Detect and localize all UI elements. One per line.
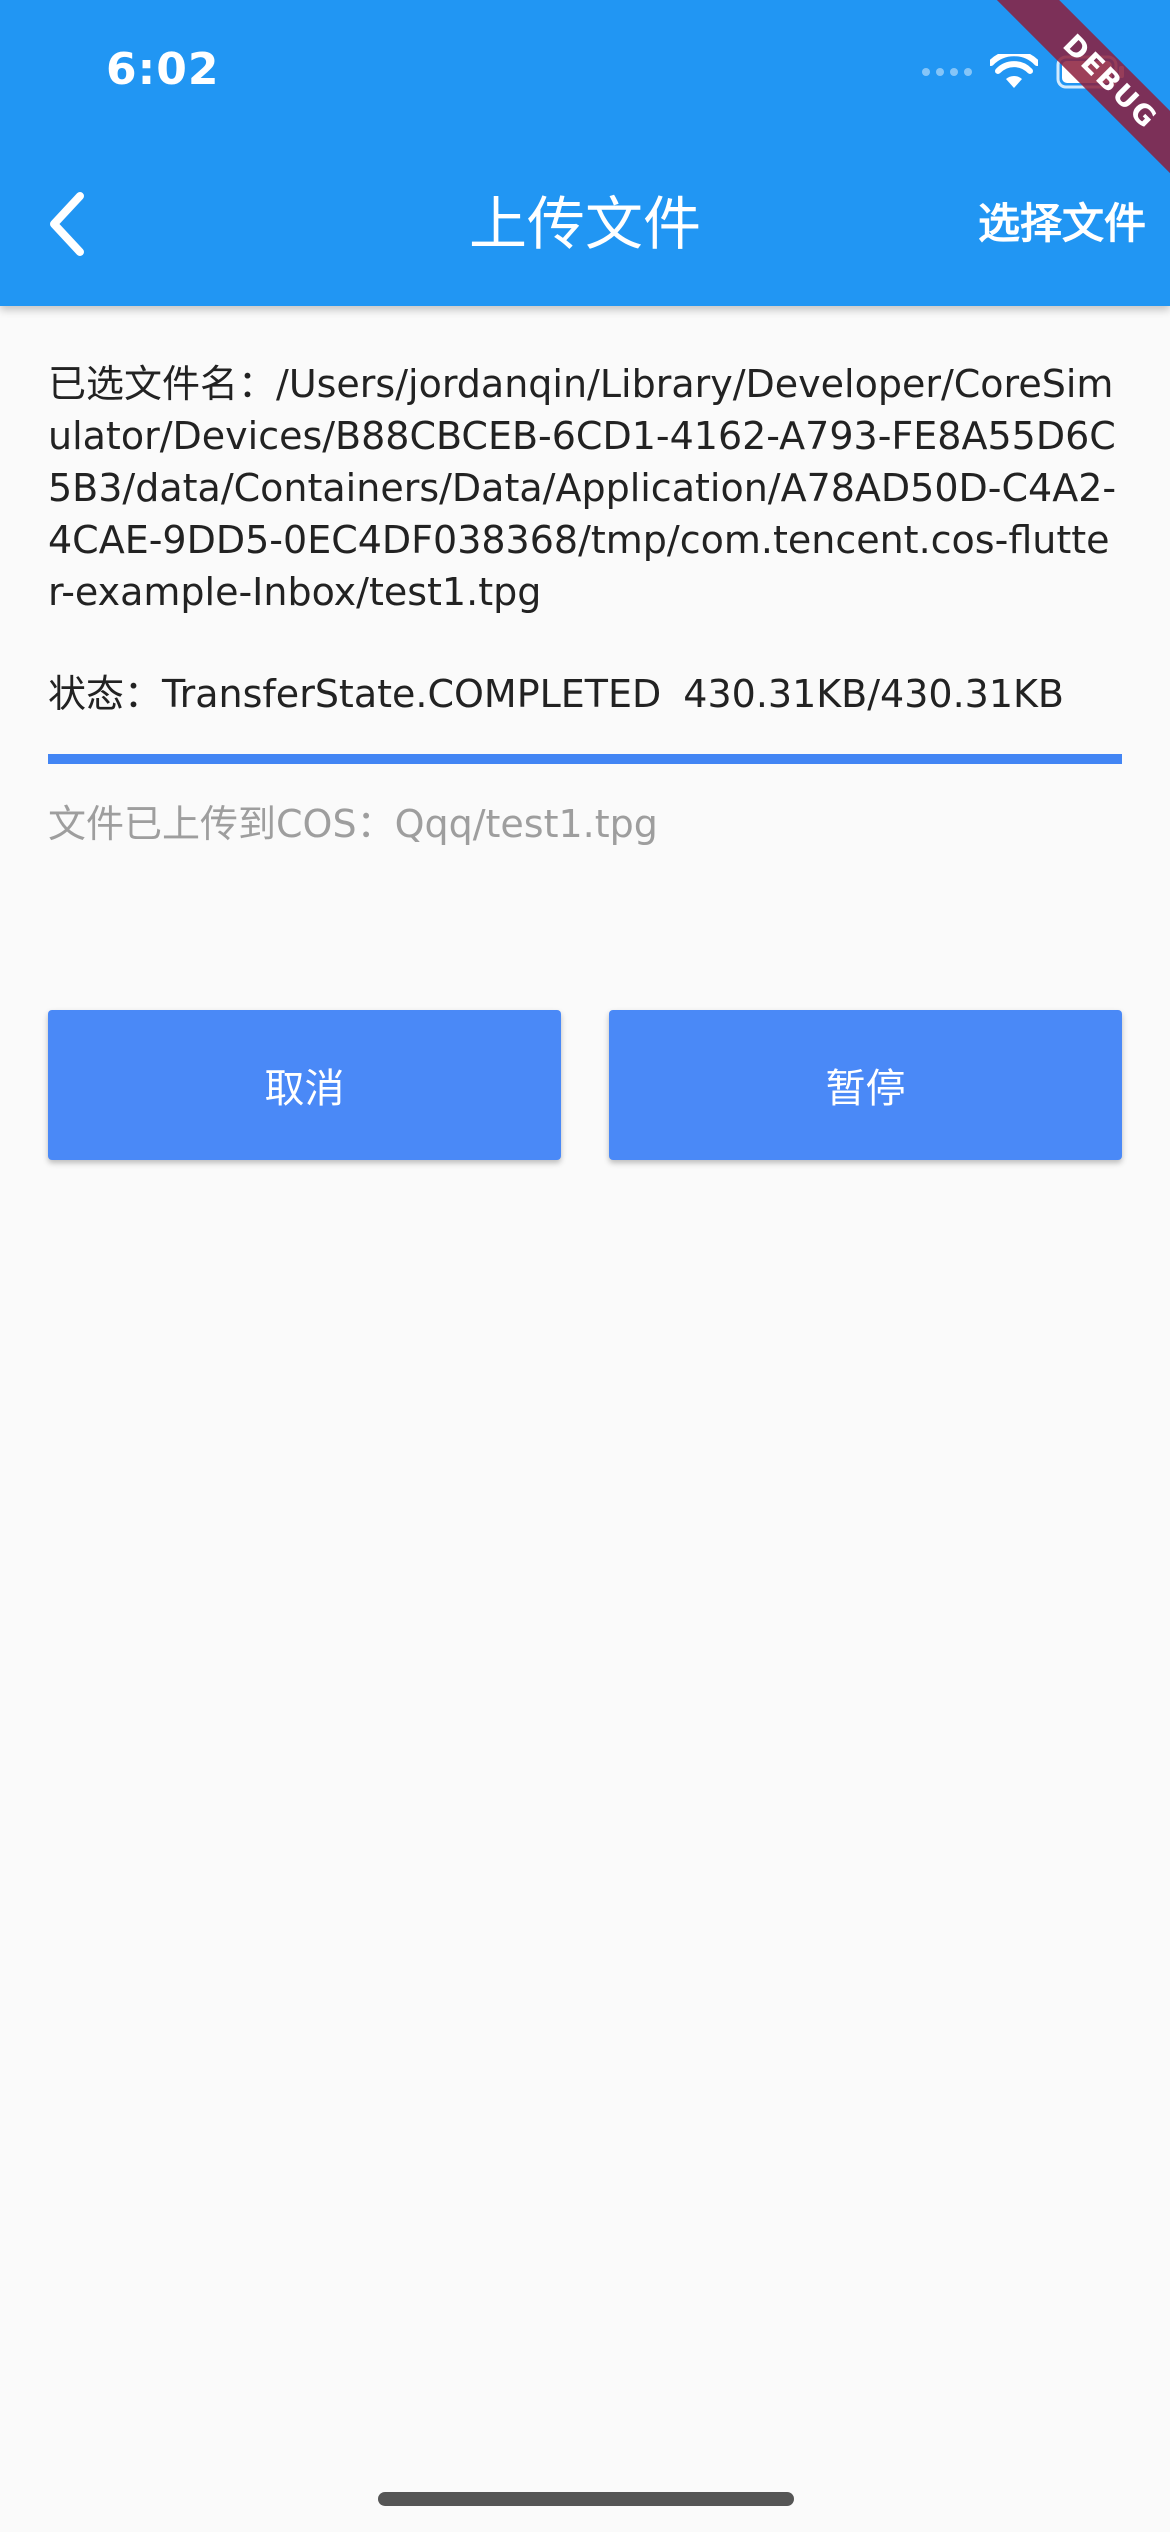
selected-file-name: 已选文件名：/Users/jordanqin/Library/Developer… bbox=[48, 358, 1122, 618]
transfer-status: 状态：TransferState.COMPLETED 430.31KB/430.3… bbox=[48, 668, 1122, 720]
debug-banner: DEBUG bbox=[970, 0, 1170, 200]
pause-button[interactable]: 暂停 bbox=[609, 1010, 1122, 1160]
action-buttons: 取消 暂停 bbox=[48, 1010, 1122, 1160]
transfer-state: TransferState.COMPLETED bbox=[162, 672, 662, 716]
uploaded-location: 文件已上传到COS：Qqq/test1.tpg bbox=[48, 802, 658, 846]
transfer-size: 430.31KB/430.31KB bbox=[683, 672, 1065, 716]
transfer-status-label: 状态： bbox=[48, 672, 163, 716]
cellular-signal-icon bbox=[922, 68, 972, 76]
upload-progress-fill bbox=[48, 754, 1122, 764]
select-file-button[interactable]: 选择文件 bbox=[978, 196, 1146, 252]
status-time: 6:02 bbox=[106, 44, 220, 95]
selected-file-label: 已选文件名： bbox=[48, 362, 277, 406]
upload-progress-bar bbox=[48, 754, 1122, 764]
debug-banner-label: DEBUG bbox=[988, 0, 1170, 200]
upload-details: 已选文件名：/Users/jordanqin/Library/Developer… bbox=[48, 358, 1122, 850]
home-indicator bbox=[378, 2492, 794, 2506]
cancel-button[interactable]: 取消 bbox=[48, 1010, 561, 1160]
